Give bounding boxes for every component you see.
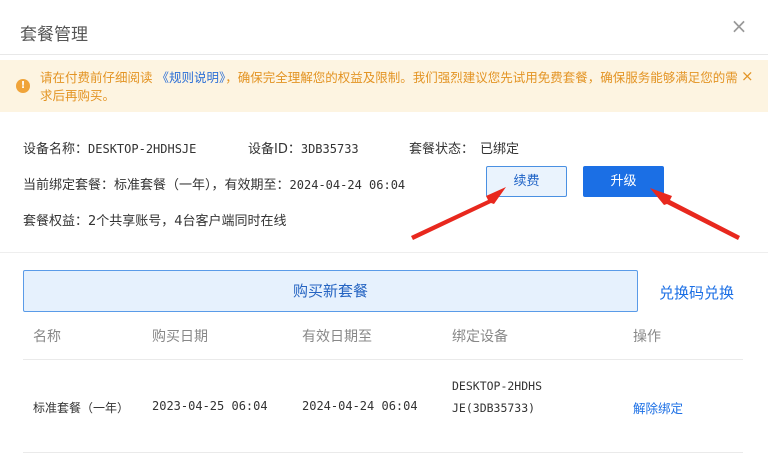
column-header-actions: 操作 bbox=[633, 329, 661, 345]
upgrade-button[interactable]: 升级 bbox=[583, 166, 664, 197]
plan-rights-value: 2个共享账号，4台客户端同时在线 bbox=[88, 214, 287, 229]
close-icon[interactable]: × bbox=[730, 16, 748, 36]
alert-close-icon[interactable]: × bbox=[741, 69, 754, 84]
plan-management-dialog: 套餐管理 × ! 请在付费前仔细阅读 《规则说明》，确保完全理解您的权益及限制。… bbox=[0, 0, 768, 467]
bound-plan-label: 当前绑定套餐： bbox=[23, 178, 115, 193]
cell-bound-device: DESKTOP-2HDHSJE(3DB35733) bbox=[452, 379, 543, 415]
cell-purchase-date: 2023-04-25 06:04 bbox=[152, 399, 268, 413]
device-name-value: DESKTOP-2HDHSJE bbox=[88, 142, 197, 156]
plan-status-row: 套餐状态： 已绑定 bbox=[409, 138, 519, 157]
rules-link[interactable]: 《规则说明》 bbox=[157, 70, 226, 85]
expiry-label: ，有效期至： bbox=[211, 178, 290, 193]
warning-icon: ! bbox=[16, 79, 30, 93]
renew-button[interactable]: 续费 bbox=[486, 166, 567, 197]
column-header-bound-device: 绑定设备 bbox=[452, 329, 508, 345]
column-header-purchase-date: 购买日期 bbox=[152, 329, 208, 345]
warning-alert: ! 请在付费前仔细阅读 《规则说明》，确保完全理解您的权益及限制。我们强烈建议您… bbox=[0, 60, 768, 112]
alert-message: 请在付费前仔细阅读 《规则说明》，确保完全理解您的权益及限制。我们强烈建议您先试… bbox=[40, 69, 745, 105]
unbind-link[interactable]: 解除绑定 bbox=[633, 398, 683, 417]
cell-valid-until: 2024-04-24 06:04 bbox=[302, 399, 418, 413]
buy-new-plan-button[interactable]: 购买新套餐 bbox=[23, 270, 638, 312]
table-header-divider bbox=[23, 359, 743, 360]
alert-text-before: 请在付费前仔细阅读 bbox=[40, 70, 153, 85]
plan-rights-row: 套餐权益：2个共享账号，4台客户端同时在线 bbox=[23, 210, 287, 229]
plan-status-label: 套餐状态： bbox=[409, 142, 475, 157]
dialog-title: 套餐管理 bbox=[20, 25, 88, 45]
expiry-value: 2024-04-24 06:04 bbox=[289, 178, 406, 192]
column-header-valid-until: 有效日期至 bbox=[302, 329, 372, 345]
dialog-header: 套餐管理 × bbox=[0, 0, 768, 55]
device-id-row: 设备ID：3DB35733 bbox=[248, 138, 359, 157]
device-id-value: 3DB35733 bbox=[300, 142, 359, 156]
bound-plan-value: 标准套餐（一年） bbox=[114, 178, 212, 193]
cell-plan-name: 标准套餐（一年） bbox=[33, 401, 130, 415]
redeem-code-link[interactable]: 兑换码兑换 bbox=[659, 282, 734, 303]
plan-status-value: 已绑定 bbox=[480, 142, 520, 157]
section-divider bbox=[0, 252, 768, 253]
column-header-name: 名称 bbox=[33, 329, 61, 345]
device-id-label: 设备ID： bbox=[248, 142, 301, 157]
bound-plan-row: 当前绑定套餐：标准套餐（一年），有效期至：2024-04-24 06:04 bbox=[23, 174, 405, 193]
plan-rights-label: 套餐权益： bbox=[23, 214, 89, 229]
table-row-divider bbox=[23, 452, 743, 453]
device-name-label: 设备名称： bbox=[23, 142, 89, 157]
device-name-row: 设备名称：DESKTOP-2HDHSJE bbox=[23, 138, 196, 157]
